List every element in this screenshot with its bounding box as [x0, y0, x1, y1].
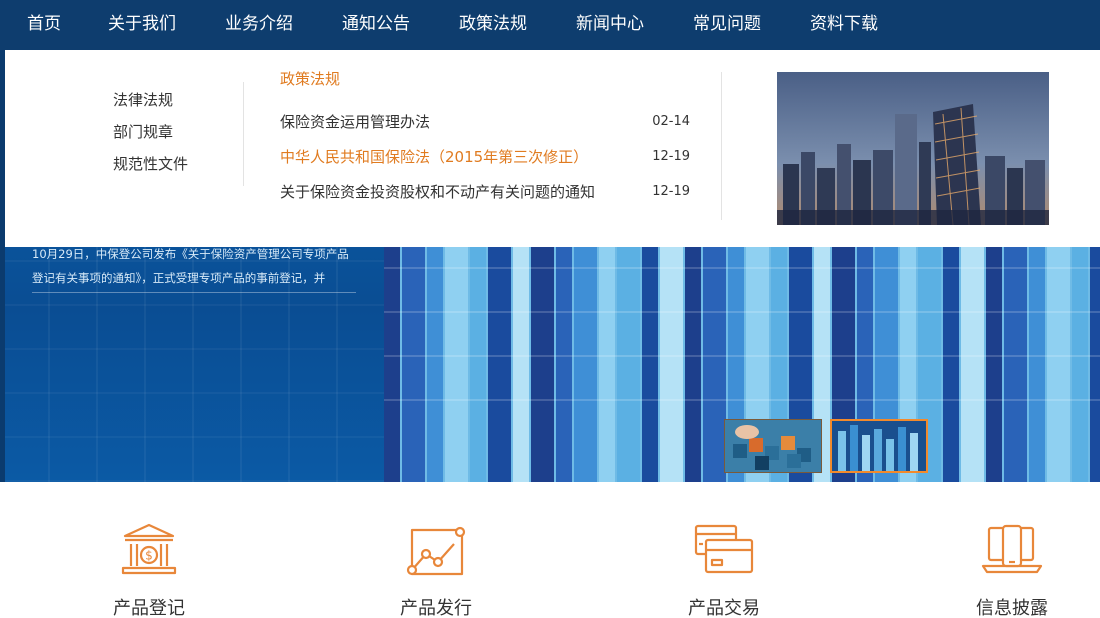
columns-thumb-image	[832, 421, 926, 471]
category-normative-docs[interactable]: 规范性文件	[113, 148, 188, 180]
cubes-thumb-image	[725, 420, 821, 472]
chart-line-icon	[406, 526, 466, 576]
category-laws[interactable]: 法律法规	[113, 84, 188, 116]
service-label: 产品交易	[688, 598, 760, 618]
svg-text:$: $	[145, 549, 153, 563]
policy-item-date: 12-19	[652, 149, 690, 164]
divider	[721, 72, 722, 220]
nav-business[interactable]: 业务介绍	[225, 0, 293, 50]
service-product-trading[interactable]: 产品交易	[664, 522, 784, 618]
nav-news[interactable]: 新闻中心	[576, 0, 644, 50]
nav-downloads[interactable]: 资料下载	[810, 0, 878, 50]
policy-item-date: 12-19	[652, 184, 690, 199]
slide-thumb-1[interactable]	[724, 419, 822, 473]
policy-item-title[interactable]: 中华人民共和国保险法（2015年第三次修正）	[280, 146, 588, 167]
decor-column	[513, 208, 529, 482]
policy-item-date: 02-14	[652, 114, 690, 129]
divider	[243, 82, 244, 186]
skyline-graphic	[777, 72, 1049, 225]
laptop-phone-icon	[981, 524, 1043, 574]
policy-item[interactable]: 保险资金运用管理办法 02-14	[280, 104, 690, 139]
nav-about-us[interactable]: 关于我们	[108, 0, 176, 50]
city-skyline-image	[777, 72, 1049, 225]
category-regulations[interactable]: 部门规章	[113, 116, 188, 148]
policy-categories: 法律法规 部门规章 规范性文件	[113, 84, 188, 180]
policy-item[interactable]: 关于保险资金投资股权和不动产有关问题的通知 12-19	[280, 174, 690, 209]
policy-dropdown-menu: 法律法规 部门规章 规范性文件 政策法规 保险资金运用管理办法 02-14 中华…	[5, 50, 1100, 247]
service-label: 产品发行	[400, 598, 472, 618]
policy-list: 保险资金运用管理办法 02-14 中华人民共和国保险法（2015年第三次修正） …	[280, 104, 690, 209]
bank-icon: $	[121, 523, 177, 575]
service-product-registration[interactable]: $ 产品登记	[89, 522, 209, 618]
services-section: $ 产品登记 产品发行 产品交易 信息披露	[0, 482, 1100, 618]
decor-column	[1072, 226, 1088, 482]
slide-thumbnails	[724, 419, 928, 473]
section-title: 政策法规	[280, 70, 341, 88]
policy-item-title[interactable]: 关于保险资金投资股权和不动产有关问题的通知	[280, 181, 595, 202]
service-product-issuance[interactable]: 产品发行	[376, 522, 496, 618]
service-label: 信息披露	[976, 598, 1048, 618]
decor-column	[445, 219, 468, 482]
page: 首页 关于我们 业务介绍 通知公告 政策法规 新闻中心 常见问题 资料下载 10…	[0, 0, 1100, 618]
nav-home[interactable]: 首页	[27, 0, 61, 50]
credit-card-icon	[694, 524, 754, 574]
hero-news-text[interactable]: 10月29日，中保登公司发布《关于保险资产管理公司专项产品登记有关事项的通知》，…	[32, 242, 357, 290]
policy-item[interactable]: 中华人民共和国保险法（2015年第三次修正） 12-19	[280, 139, 690, 174]
nav-faq[interactable]: 常见问题	[693, 0, 761, 50]
nav-policies[interactable]: 政策法规	[459, 0, 527, 50]
service-info-disclosure[interactable]: 信息披露	[952, 522, 1072, 618]
slide-thumb-2[interactable]	[830, 419, 928, 473]
hero-divider	[32, 292, 356, 293]
nav-notices[interactable]: 通知公告	[342, 0, 410, 50]
top-nav: 首页 关于我们 业务介绍 通知公告 政策法规 新闻中心 常见问题 资料下载	[0, 0, 1100, 50]
service-label: 产品登记	[113, 598, 185, 618]
policy-item-title[interactable]: 保险资金运用管理办法	[280, 111, 430, 132]
